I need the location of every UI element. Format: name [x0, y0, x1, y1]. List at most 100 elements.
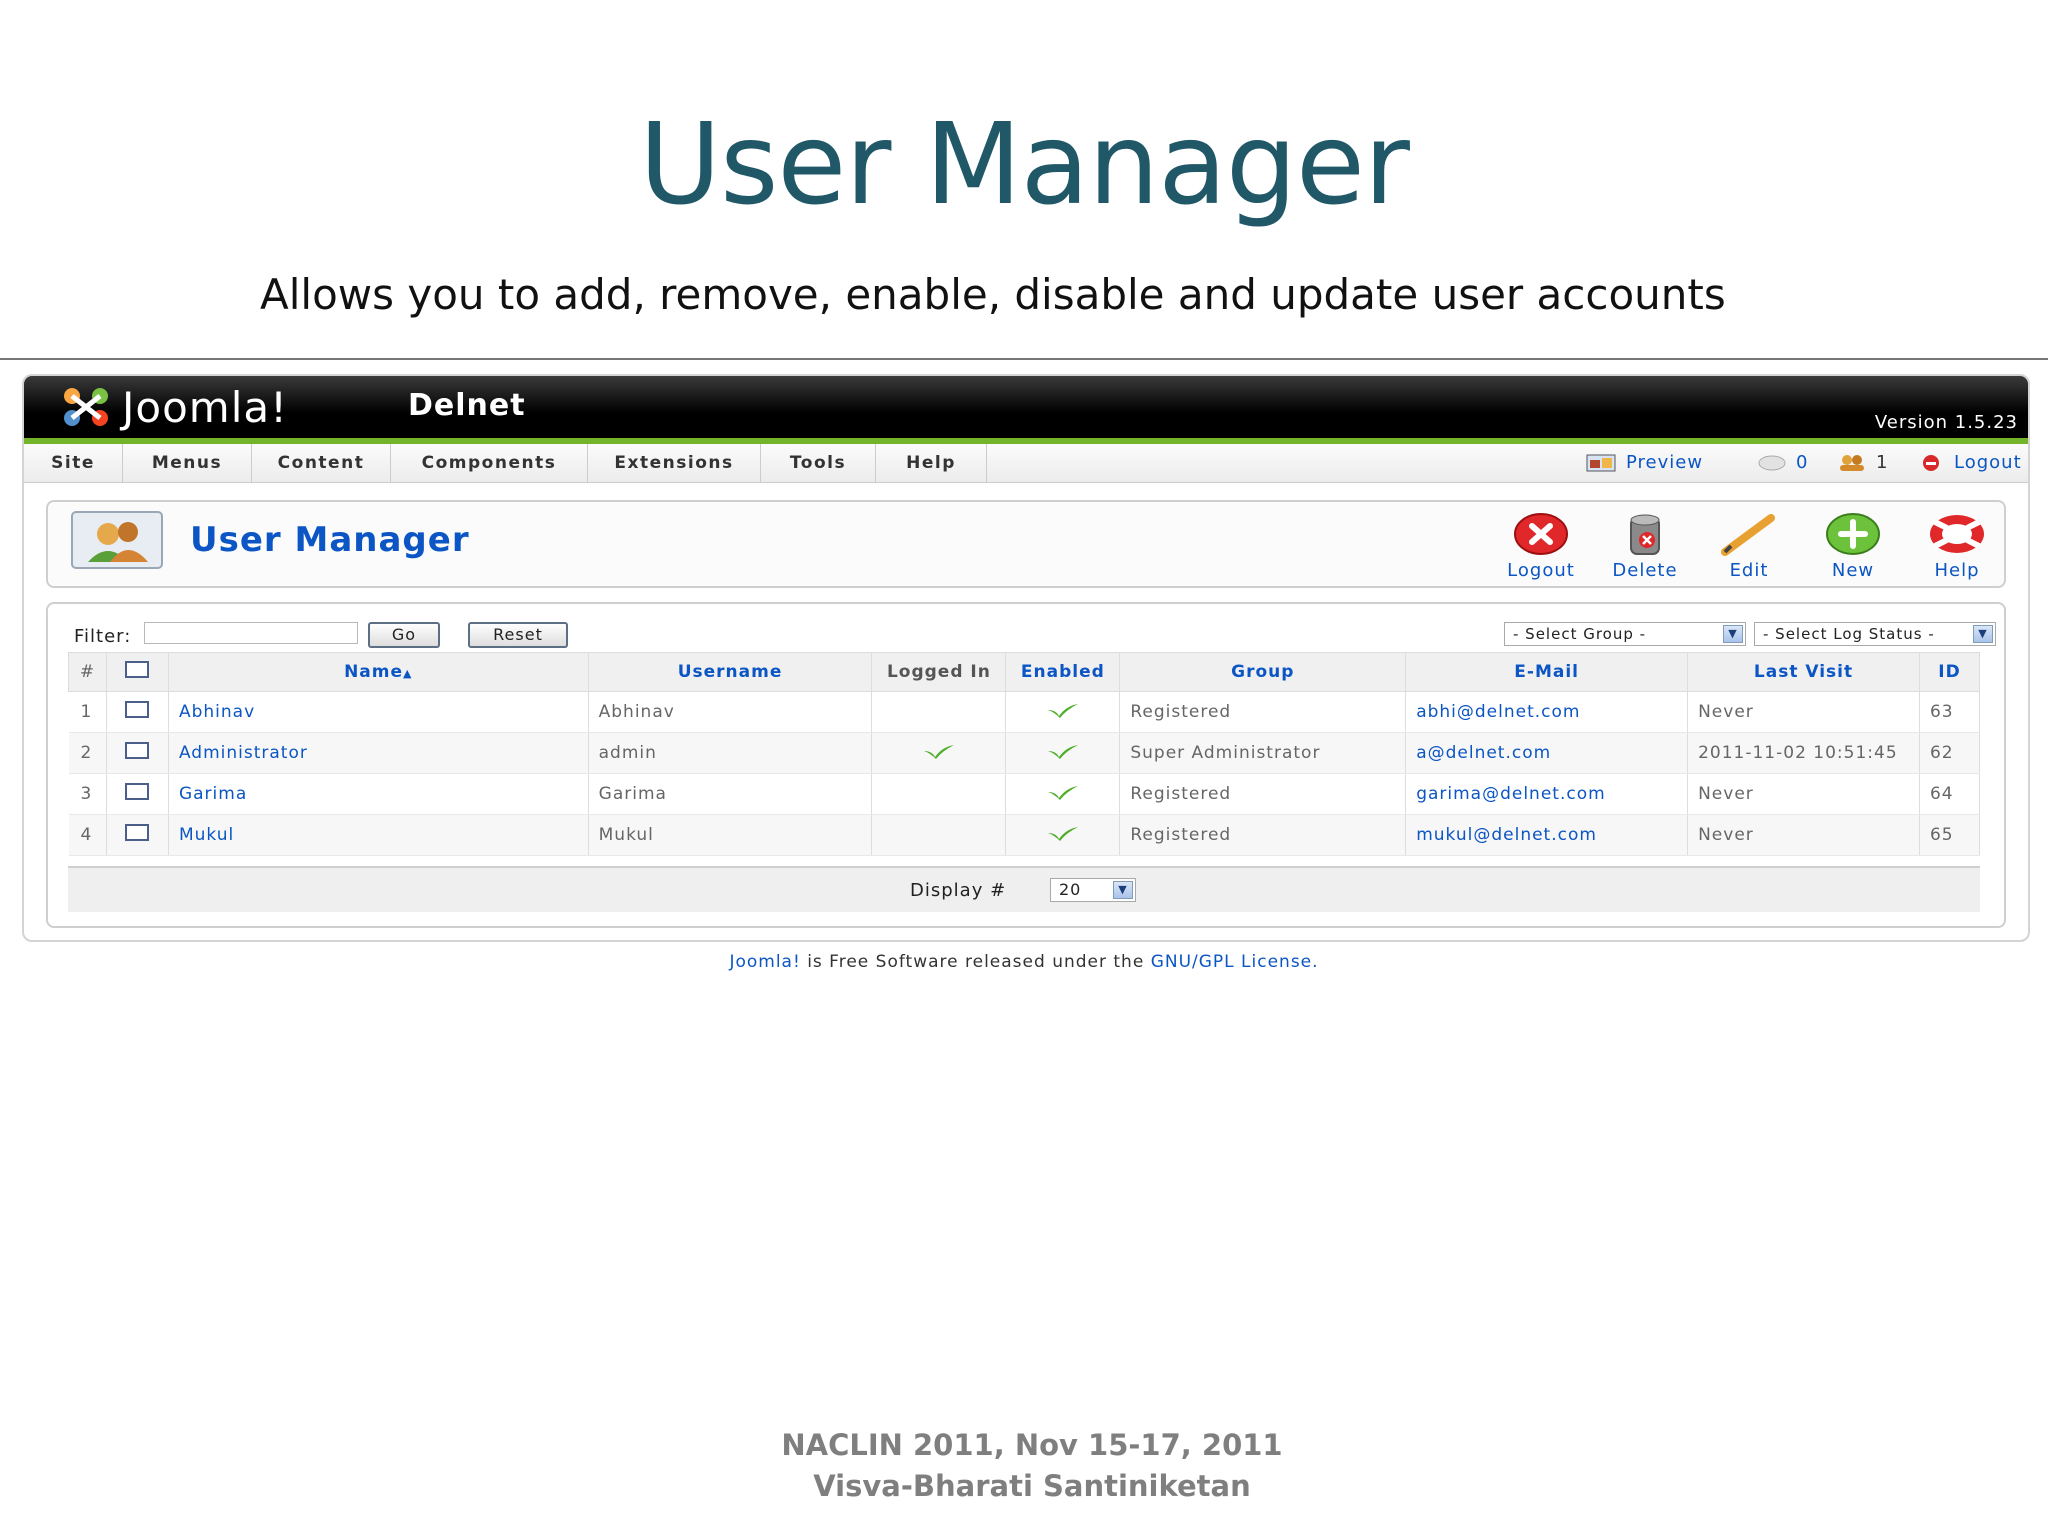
messages-count[interactable]: 0: [1758, 444, 1808, 482]
col-username[interactable]: Username: [587, 652, 873, 692]
user-name-link[interactable]: Abhinav: [168, 691, 589, 733]
table-row: 1 Abhinav Abhinav Registered abhi@delnet.com…: [68, 691, 1981, 733]
row-checkbox-cell[interactable]: [106, 732, 169, 774]
edit-button-label: Edit: [1729, 560, 1769, 581]
col-email[interactable]: E-Mail: [1405, 652, 1689, 692]
header-logout-link[interactable]: Logout: [1918, 444, 2022, 482]
help-lifebuoy-icon: [1930, 515, 1984, 553]
go-button[interactable]: Go: [368, 622, 440, 648]
col-name[interactable]: Name▲: [167, 652, 589, 692]
pagination-bar: Display # 20 ▼: [68, 866, 1980, 912]
log-status-select[interactable]: - Select Log Status - ▼: [1754, 622, 1996, 646]
enabled-toggle[interactable]: [1005, 732, 1121, 774]
page-toolbar: User Manager Logout Delete Edit New Help: [46, 500, 2006, 588]
user-group: Registered: [1119, 814, 1407, 856]
new-button[interactable]: New: [1808, 512, 1898, 581]
users-list-panel: Filter: Go Reset - Select Group - ▼ - Se…: [46, 602, 2006, 928]
logout-button[interactable]: Logout: [1496, 512, 1586, 581]
chevron-down-icon: ▼: [1113, 881, 1133, 899]
menu-content[interactable]: Content: [252, 444, 391, 482]
joomla-link[interactable]: Joomla!: [729, 952, 800, 972]
conference-line-2: Visva-Bharati Santiniketan: [813, 1469, 1251, 1503]
user-email-link[interactable]: a@delnet.com: [1405, 732, 1689, 774]
menu-site[interactable]: Site: [24, 444, 123, 482]
user-last-visit: Never: [1687, 691, 1920, 733]
row-number: 3: [68, 773, 107, 815]
user-last-visit: Never: [1687, 814, 1920, 856]
table-header-row: # Name▲ Username Logged In Enabled Group…: [68, 652, 1981, 692]
reset-button[interactable]: Reset: [468, 622, 568, 648]
row-checkbox-cell[interactable]: [106, 773, 169, 815]
group-select[interactable]: - Select Group - ▼: [1504, 622, 1746, 646]
row-checkbox-cell[interactable]: [106, 691, 169, 733]
menu-help[interactable]: Help: [876, 444, 987, 482]
enabled-toggle[interactable]: [1005, 773, 1121, 815]
row-checkbox[interactable]: [125, 701, 150, 718]
user-username: Mukul: [588, 814, 873, 856]
table-row: 4 Mukul Mukul Registered mukul@delnet.com Nev…: [68, 814, 1981, 856]
slide-subtitle: Allows you to add, remove, enable, disab…: [260, 270, 1726, 319]
display-count-label: Display #: [910, 880, 1007, 901]
col-enabled[interactable]: Enabled: [1005, 652, 1121, 692]
delete-button-label: Delete: [1612, 560, 1678, 581]
log-status-select-value: - Select Log Status -: [1763, 625, 1935, 643]
conference-line-1: NACLIN 2011, Nov 15-17, 2011: [781, 1428, 1283, 1462]
new-plus-icon: [1826, 513, 1880, 555]
preview-label: Preview: [1626, 452, 1704, 473]
col-select-all[interactable]: [105, 652, 169, 692]
user-email-link[interactable]: mukul@delnet.com: [1405, 814, 1689, 856]
col-id[interactable]: ID: [1918, 652, 1981, 692]
chevron-down-icon: ▼: [1723, 625, 1743, 643]
joomla-logo-text: Joomla!: [122, 382, 288, 432]
help-button[interactable]: Help: [1912, 512, 2002, 581]
col-group[interactable]: Group: [1119, 652, 1407, 692]
logged-in-status: [871, 732, 1007, 774]
group-select-value: - Select Group -: [1513, 625, 1647, 643]
row-number: 1: [68, 691, 107, 733]
logout-red-x-icon: [1514, 513, 1568, 555]
delete-button[interactable]: Delete: [1600, 512, 1690, 581]
user-username: Garima: [588, 773, 873, 815]
row-checkbox-cell[interactable]: [106, 814, 169, 856]
filter-input[interactable]: [144, 622, 358, 644]
row-checkbox[interactable]: [125, 742, 150, 759]
table-row: 3 Garima Garima Registered garima@delnet.com…: [68, 773, 1981, 815]
user-id: 62: [1919, 732, 1981, 774]
joomla-admin-screenshot: Joomla! Delnet Version 1.5.23 Site Menus…: [22, 374, 2030, 942]
new-button-label: New: [1831, 560, 1875, 581]
check-icon: [1047, 703, 1078, 718]
preview-link[interactable]: Preview: [1586, 444, 1703, 482]
user-id: 65: [1919, 814, 1981, 856]
filter-label: Filter:: [74, 626, 132, 647]
user-name-link[interactable]: Mukul: [168, 814, 589, 856]
mail-icon: [1758, 455, 1786, 471]
messages-count-label: 0: [1796, 452, 1809, 473]
logged-in-status: [871, 814, 1007, 856]
check-icon: [923, 744, 954, 759]
user-email-link[interactable]: abhi@delnet.com: [1405, 691, 1689, 733]
user-name-link[interactable]: Administrator: [168, 732, 589, 774]
user-email-link[interactable]: garima@delnet.com: [1405, 773, 1689, 815]
select-all-checkbox[interactable]: [125, 661, 150, 678]
row-checkbox[interactable]: [125, 824, 150, 841]
edit-button[interactable]: Edit: [1704, 512, 1794, 581]
menu-extensions[interactable]: Extensions: [588, 444, 761, 482]
enabled-toggle[interactable]: [1005, 691, 1121, 733]
software-notice-text: is Free Software released under the: [800, 952, 1151, 972]
menu-tools[interactable]: Tools: [761, 444, 876, 482]
table-row: 2 Administrator admin Super Administrator a@…: [68, 732, 1981, 774]
display-count-select[interactable]: 20 ▼: [1050, 878, 1136, 902]
enabled-toggle[interactable]: [1005, 814, 1121, 856]
logout-icon: [1923, 455, 1939, 471]
user-group: Registered: [1119, 773, 1407, 815]
col-last-visit[interactable]: Last Visit: [1687, 652, 1920, 692]
menu-components[interactable]: Components: [391, 444, 588, 482]
menu-menus[interactable]: Menus: [123, 444, 252, 482]
users-online-count[interactable]: 1: [1838, 444, 1888, 482]
user-name-link[interactable]: Garima: [168, 773, 589, 815]
sort-asc-icon: ▲: [403, 667, 413, 680]
col-number: #: [68, 652, 107, 692]
row-checkbox[interactable]: [125, 783, 150, 800]
check-icon: [1047, 744, 1078, 759]
license-link[interactable]: GNU/GPL License.: [1151, 952, 1319, 972]
